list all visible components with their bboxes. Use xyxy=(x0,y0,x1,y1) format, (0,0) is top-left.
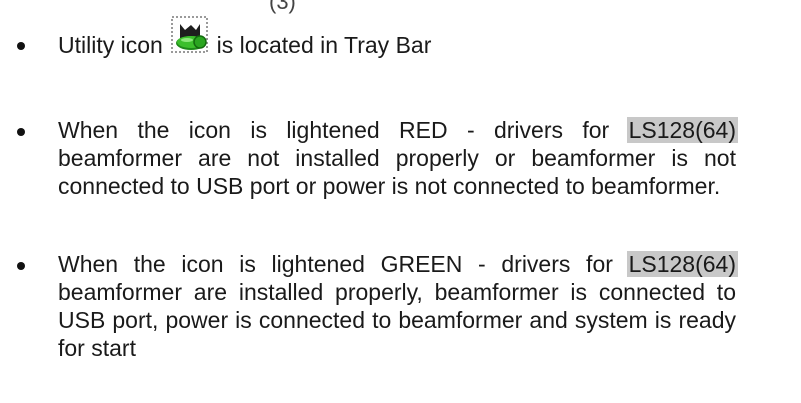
bullet-rest-text: beamformer are installed properly, beamf… xyxy=(58,279,736,361)
bullet-text: When the icon is lightened RED - drivers… xyxy=(58,116,738,200)
bullet-text-before-icon: Utility icon xyxy=(58,32,163,58)
bullet-marker xyxy=(17,262,25,270)
bullet-lead-text: When the icon is lightened GREEN - drive… xyxy=(58,251,629,277)
document-page: (3) Utility icon is located in Tray Bar xyxy=(0,0,801,403)
bullet-marker xyxy=(17,42,25,50)
clipped-top-text: (3) xyxy=(269,0,296,14)
bullet-lead-text: When the icon is lightened RED - drivers… xyxy=(58,117,629,143)
bullet-marker xyxy=(17,128,25,136)
bullet-text: When the icon is lightened GREEN - drive… xyxy=(58,250,738,362)
highlighted-model-name: LS128(64) xyxy=(626,117,738,143)
bullet-text-after-icon: is located in Tray Bar xyxy=(216,32,432,58)
tray-utility-icon xyxy=(171,16,209,54)
bullet-text: Utility icon is located in Tray Bar xyxy=(58,16,736,59)
bullet-rest-text: beamformer are not installed properly or… xyxy=(58,145,736,199)
highlighted-model-name: LS128(64) xyxy=(626,251,738,277)
